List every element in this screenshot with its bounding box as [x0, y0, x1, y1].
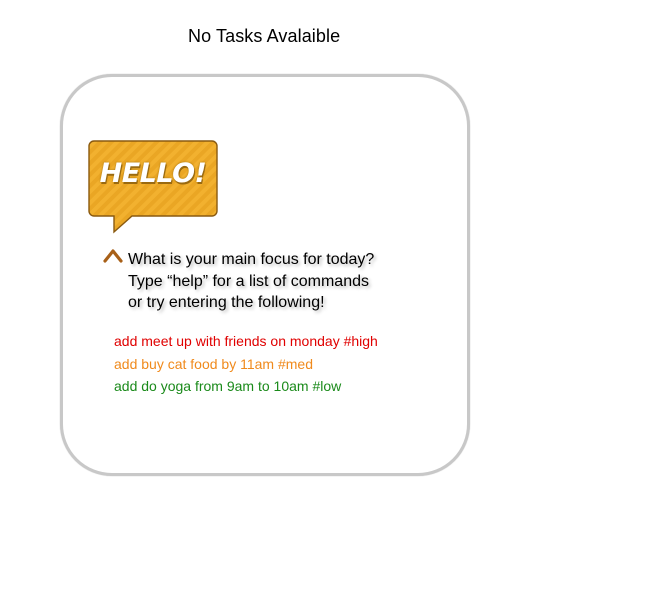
example-command-low: add do yoga from 9am to 10am #low: [114, 378, 342, 394]
task-status-text: No Tasks Avalaible: [188, 26, 341, 46]
hello-speech-bubble: HELLO!: [88, 140, 218, 238]
speech-bubble-icon: [88, 140, 218, 234]
prompt-line: Type “help” for a list of commands: [128, 272, 369, 290]
hello-bubble-text: HELLO!: [99, 158, 207, 189]
prompt-line: or try entering the following!: [128, 294, 325, 311]
example-command-med: add buy cat food by 11am #med: [114, 355, 313, 372]
caret-up-icon: [103, 249, 123, 263]
focus-prompt: What is your main focus for today? Type …: [128, 249, 374, 314]
example-commands-list: add meet up with friends on monday #high…: [114, 330, 378, 398]
prompt-line: What is your main focus for today?: [128, 251, 375, 268]
example-command-high: add meet up with friends on monday #high: [114, 333, 378, 349]
